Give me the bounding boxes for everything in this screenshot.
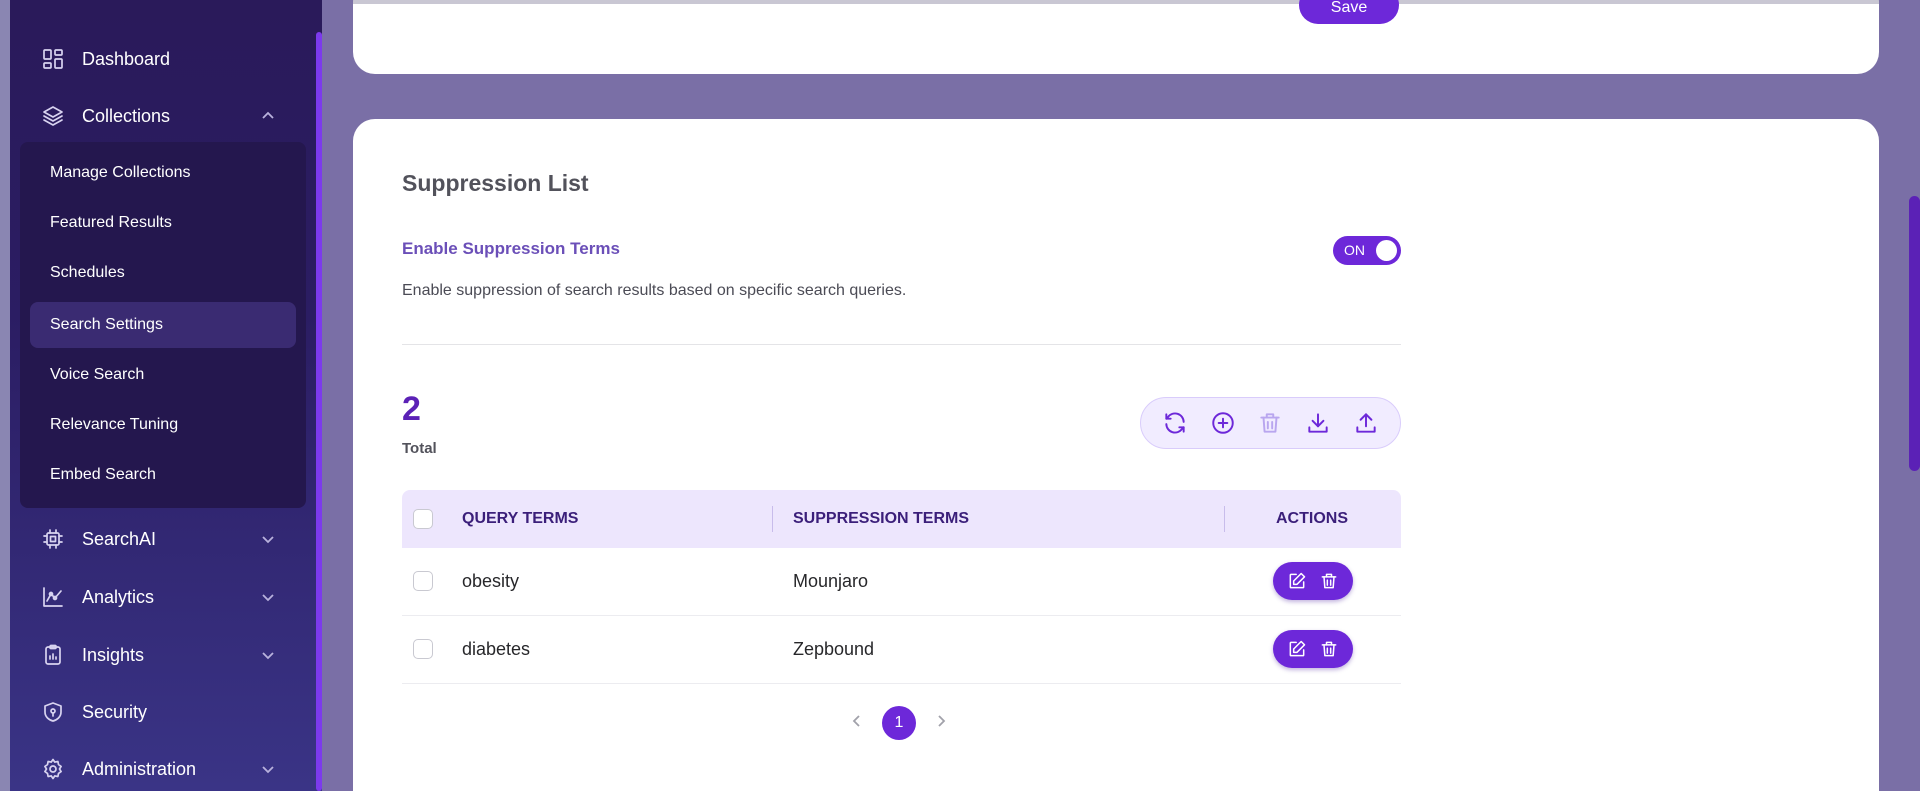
- gear-icon: [40, 756, 66, 782]
- sidebar-subitem-schedules[interactable]: Schedules: [30, 250, 296, 296]
- enable-suppression-label: Enable Suppression Terms: [402, 239, 620, 258]
- sidebar-item-label: Collections: [82, 105, 171, 126]
- column-header-actions: ACTIONS: [1276, 510, 1348, 527]
- section-title: Suppression List: [402, 170, 589, 196]
- trash-icon[interactable]: [1319, 639, 1339, 659]
- shield-icon: [40, 699, 66, 725]
- chip-icon: [40, 526, 66, 552]
- trash-icon[interactable]: [1319, 571, 1339, 591]
- sidebar: Dashboard Collections Manage Collections…: [0, 0, 322, 791]
- sidebar-item-security[interactable]: Security: [30, 690, 290, 734]
- chart-line-icon: [40, 584, 66, 610]
- query-term: diabetes: [462, 639, 531, 659]
- collections-submenu: Manage Collections Featured Results Sche…: [20, 142, 306, 508]
- clipboard-icon: [40, 642, 66, 668]
- table-header: QUERY TERMS SUPPRESSION TERMS ACTIONS: [402, 490, 1401, 548]
- sidebar-item-label: Analytics: [82, 586, 155, 607]
- chevron-down-icon[interactable]: [260, 589, 276, 605]
- divider: [402, 344, 1401, 345]
- sidebar-subitem-featured-results[interactable]: Featured Results: [30, 200, 296, 246]
- subitem-label: Relevance Tuning: [50, 416, 179, 433]
- sidebar-item-label: Security: [82, 701, 148, 722]
- sidebar-item-collections[interactable]: Collections: [30, 94, 290, 138]
- edit-icon[interactable]: [1287, 639, 1307, 659]
- chevron-up-icon[interactable]: [260, 108, 276, 124]
- download-icon[interactable]: [1300, 405, 1336, 441]
- sidebar-scrollbar[interactable]: [316, 32, 322, 791]
- table-toolbar: [1140, 397, 1401, 449]
- chevron-down-icon[interactable]: [260, 761, 276, 777]
- sidebar-subitem-embed-search[interactable]: Embed Search: [30, 452, 296, 498]
- sidebar-edge: [0, 0, 10, 791]
- chevron-left-icon[interactable]: [850, 714, 864, 733]
- subitem-label: Schedules: [50, 264, 125, 281]
- subitem-label: Voice Search: [50, 366, 145, 383]
- suppression-term: Zepbound: [793, 639, 875, 659]
- column-header-query[interactable]: QUERY TERMS: [462, 510, 578, 528]
- sidebar-item-searchai[interactable]: SearchAI: [30, 517, 290, 561]
- subitem-label: Embed Search: [50, 466, 156, 483]
- toggle-knob: [1376, 240, 1397, 261]
- pagination: 1: [850, 706, 948, 740]
- row-checkbox[interactable]: [413, 639, 433, 659]
- subitem-label: Search Settings: [50, 316, 163, 333]
- toggle-label: ON: [1344, 242, 1365, 258]
- sidebar-item-label: Insights: [82, 644, 145, 665]
- sidebar-item-label: SearchAI: [82, 528, 157, 549]
- sidebar-item-label: Dashboard: [82, 48, 171, 69]
- sidebar-item-administration[interactable]: Administration: [30, 747, 290, 791]
- subitem-label: Manage Collections: [50, 164, 191, 181]
- chevron-right-icon[interactable]: [934, 714, 948, 733]
- sidebar-item-label: Administration: [82, 758, 197, 779]
- sidebar-subitem-manage-collections[interactable]: Manage Collections: [30, 150, 296, 196]
- edit-icon[interactable]: [1287, 571, 1307, 591]
- select-all-checkbox[interactable]: [413, 509, 433, 529]
- card-shadow: [353, 0, 1879, 4]
- delete-icon[interactable]: [1252, 405, 1288, 441]
- total-label: Total: [402, 440, 437, 457]
- row-actions: [1273, 630, 1353, 668]
- query-term: obesity: [462, 571, 520, 591]
- column-separator: [1224, 506, 1225, 532]
- sidebar-item-dashboard[interactable]: Dashboard: [30, 37, 290, 81]
- settings-card-top: [353, 0, 1879, 74]
- upload-icon[interactable]: [1348, 405, 1384, 441]
- sidebar-subitem-voice-search[interactable]: Voice Search: [30, 352, 296, 398]
- sidebar-subitem-relevance-tuning[interactable]: Relevance Tuning: [30, 402, 296, 448]
- column-header-suppression[interactable]: SUPPRESSION TERMS: [793, 510, 969, 528]
- dashboard-icon: [40, 46, 66, 72]
- sidebar-item-analytics[interactable]: Analytics: [30, 575, 290, 619]
- suppression-table: QUERY TERMS SUPPRESSION TERMS ACTIONS ob…: [402, 490, 1401, 684]
- save-button[interactable]: Save: [1299, 0, 1399, 24]
- subitem-label: Featured Results: [50, 214, 172, 231]
- layers-icon: [40, 103, 66, 129]
- row-checkbox[interactable]: [413, 571, 433, 591]
- sidebar-subitem-search-settings[interactable]: Search Settings: [30, 302, 296, 348]
- table-row: obesity Mounjaro: [402, 548, 1401, 616]
- column-separator: [772, 506, 773, 532]
- suppression-toggle[interactable]: ON: [1333, 236, 1401, 265]
- add-icon[interactable]: [1205, 405, 1241, 441]
- chevron-down-icon[interactable]: [260, 647, 276, 663]
- page-number[interactable]: 1: [882, 706, 916, 740]
- row-actions: [1273, 562, 1353, 600]
- chevron-down-icon[interactable]: [260, 531, 276, 547]
- suppression-card: [353, 119, 1879, 791]
- total-count: 2: [402, 390, 421, 428]
- refresh-icon[interactable]: [1157, 405, 1193, 441]
- page-scrollbar[interactable]: [1909, 196, 1920, 471]
- sidebar-item-insights[interactable]: Insights: [30, 633, 290, 677]
- suppression-term: Mounjaro: [793, 571, 869, 591]
- table-row: diabetes Zepbound: [402, 616, 1401, 684]
- suppression-description: Enable suppression of search results bas…: [402, 282, 907, 299]
